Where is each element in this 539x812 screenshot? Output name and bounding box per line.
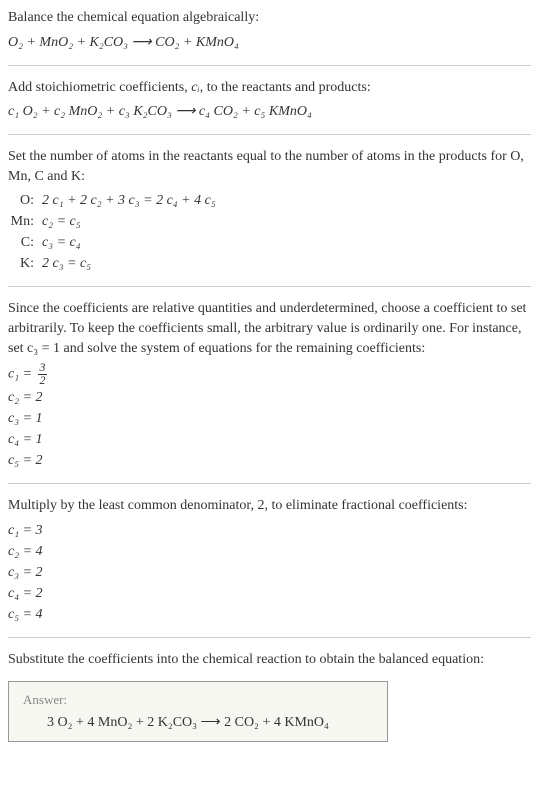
- divider: [8, 483, 531, 484]
- divider: [8, 134, 531, 135]
- atom-row-mn: Mn: c₂ = c₅: [8, 211, 531, 232]
- stoich-ci: cᵢ: [191, 80, 199, 95]
- answer-box: Answer: 3 O₂ + 4 MnO₂ + 2 K₂CO₃ ⟶ 2 CO₂ …: [8, 681, 388, 742]
- arbitrary-text: Since the coefficients are relative quan…: [8, 299, 531, 358]
- atom-equation: 2 c₁ + 2 c₂ + 3 c₃ = 2 c₄ + 4 c₅: [42, 190, 216, 211]
- term-k2co3: K₂CO₃ ⟶: [130, 104, 199, 119]
- multiply-text: Multiply by the least common denominator…: [8, 496, 531, 516]
- divider: [8, 286, 531, 287]
- intro-equation: O₂ + MnO₂ + K₂CO₃ ⟶ CO₂ + KMnO₄: [8, 32, 531, 53]
- coeff-c1: c₁: [8, 104, 19, 119]
- stoich-section: Add stoichiometric coefficients, cᵢ, to …: [8, 78, 531, 123]
- atoms-table: O: 2 c₁ + 2 c₂ + 3 c₃ = 2 c₄ + 4 c₅ Mn: …: [8, 190, 531, 274]
- coeff-line: c₅ = 4: [8, 604, 531, 625]
- atom-equation: c₂ = c₅: [42, 211, 81, 232]
- coeff-line: c₂ = 4: [8, 541, 531, 562]
- term-kmno4: KMnO₄: [265, 104, 311, 119]
- atom-label: Mn:: [8, 211, 42, 232]
- atoms-section: Set the number of atoms in the reactants…: [8, 147, 531, 274]
- atom-label: K:: [8, 253, 42, 274]
- stoich-text-part2: , to the reactants and products:: [200, 80, 371, 95]
- atoms-intro: Set the number of atoms in the reactants…: [8, 147, 531, 186]
- coeff-c3: c₃: [119, 104, 130, 119]
- coeff-line: c₄ = 2: [8, 583, 531, 604]
- term-mno2: MnO₂ +: [65, 104, 119, 119]
- multiply-section: Multiply by the least common denominator…: [8, 496, 531, 625]
- atom-equation: 2 c₃ = c₅: [42, 253, 91, 274]
- coeff-line: c₃ = 2: [8, 562, 531, 583]
- intro-text: Balance the chemical equation algebraica…: [8, 8, 531, 28]
- atom-row-c: C: c₃ = c₄: [8, 232, 531, 253]
- atom-equation: c₃ = c₄: [42, 232, 81, 253]
- substitute-section: Substitute the coefficients into the che…: [8, 650, 531, 743]
- atom-row-o: O: 2 c₁ + 2 c₂ + 3 c₃ = 2 c₄ + 4 c₅: [8, 190, 531, 211]
- coeff-line: c₃ = 1: [8, 408, 531, 429]
- coeff-c1-frac: c₁ = 32: [8, 362, 531, 387]
- coeff-c5: c₅: [254, 104, 265, 119]
- atom-row-k: K: 2 c₃ = c₅: [8, 253, 531, 274]
- coeff-line: c₅ = 2: [8, 450, 531, 471]
- answer-label: Answer:: [23, 692, 373, 708]
- coeff-line: c₂ = 2: [8, 387, 531, 408]
- c1-lhs: c₁ =: [8, 367, 36, 382]
- substitute-text: Substitute the coefficients into the che…: [8, 650, 531, 670]
- stoich-text-part1: Add stoichiometric coefficients,: [8, 80, 191, 95]
- coeff-line: c₁ = 3: [8, 520, 531, 541]
- coeff-line: c₄ = 1: [8, 429, 531, 450]
- atom-label: O:: [8, 190, 42, 211]
- answer-equation: 3 O₂ + 4 MnO₂ + 2 K₂CO₃ ⟶ 2 CO₂ + 4 KMnO…: [23, 714, 373, 731]
- intro-section: Balance the chemical equation algebraica…: [8, 8, 531, 53]
- term-co2: CO₂ +: [210, 104, 254, 119]
- coeff-list-2: c₁ = 3 c₂ = 4 c₃ = 2 c₄ = 2 c₅ = 4: [8, 520, 531, 625]
- divider: [8, 65, 531, 66]
- frac-den: 2: [38, 375, 48, 387]
- atom-label: C:: [8, 232, 42, 253]
- fraction: 32: [38, 362, 48, 387]
- coeff-c4: c₄: [199, 104, 210, 119]
- stoich-equation: c₁ O₂ + c₂ MnO₂ + c₃ K₂CO₃ ⟶ c₄ CO₂ + c₅…: [8, 101, 531, 122]
- stoich-text: Add stoichiometric coefficients, cᵢ, to …: [8, 78, 531, 98]
- term-o2: O₂ +: [19, 104, 54, 119]
- coeff-c2: c₂: [54, 104, 65, 119]
- coeff-list-1: c₁ = 32 c₂ = 2 c₃ = 1 c₄ = 1 c₅ = 2: [8, 362, 531, 471]
- divider: [8, 637, 531, 638]
- arbitrary-section: Since the coefficients are relative quan…: [8, 299, 531, 471]
